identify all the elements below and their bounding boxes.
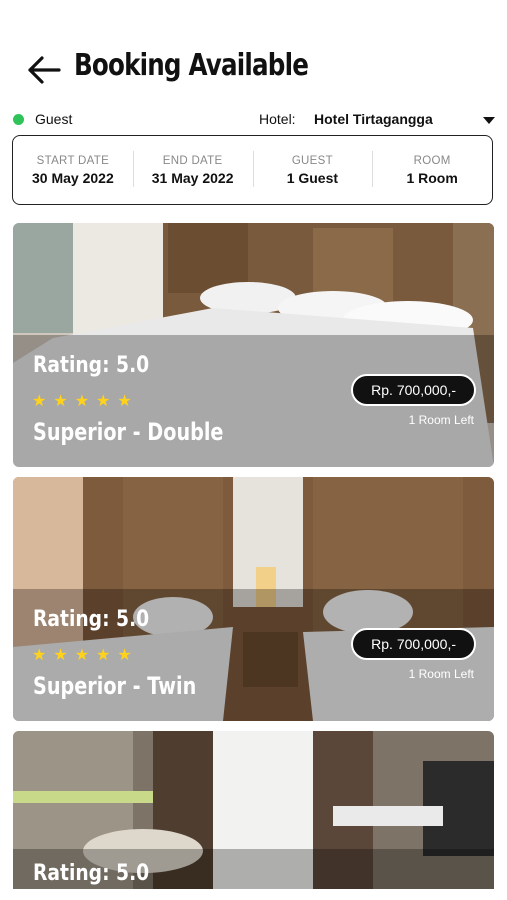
end-date-label: END DATE: [162, 154, 223, 167]
guest-count-label: GUEST: [291, 154, 333, 167]
filter-row: Guest Hotel: Hotel Tirtagangga: [0, 108, 507, 132]
room-field[interactable]: ROOM 1 Room: [372, 150, 492, 187]
room-card[interactable]: Rating: 5.0: [13, 731, 494, 889]
page-title: Booking Available: [74, 48, 309, 83]
room-card[interactable]: Rating: 5.0 ★★★★★ Superior - Double Rp. …: [13, 223, 494, 467]
room-count-value: 1 Room: [406, 169, 458, 186]
star-rating: ★★★★★: [32, 393, 139, 410]
start-date-value: 30 May 2022: [32, 169, 114, 186]
guest-label: Guest: [35, 111, 73, 127]
hotel-label: Hotel:: [259, 111, 296, 127]
start-date-field[interactable]: START DATE 30 May 2022: [13, 155, 133, 186]
room-count-label: ROOM: [413, 154, 451, 167]
back-arrow-icon[interactable]: [26, 54, 62, 86]
guest-count-value: 1 Guest: [286, 169, 339, 186]
price-badge[interactable]: Rp. 700,000,-: [351, 628, 476, 660]
room-name: Superior - Double: [33, 418, 224, 446]
hotel-select[interactable]: Hotel Tirtagangga: [314, 111, 433, 127]
rating-text: Rating: 5.0: [33, 607, 150, 632]
header: Booking Available: [0, 44, 507, 96]
start-date-label: START DATE: [36, 154, 110, 167]
rating-text: Rating: 5.0: [33, 861, 150, 886]
price-badge[interactable]: Rp. 700,000,-: [351, 374, 476, 406]
rooms-left-text: 1 Room Left: [408, 667, 474, 681]
room-card[interactable]: Rating: 5.0 ★★★★★ Superior - Twin Rp. 70…: [13, 477, 494, 721]
rooms-left-text: 1 Room Left: [408, 413, 474, 427]
star-rating: ★★★★★: [32, 647, 139, 664]
end-date-value: 31 May 2022: [151, 169, 234, 186]
chevron-down-icon[interactable]: [483, 117, 495, 124]
guest-status-dot: [13, 114, 24, 125]
booking-search-box: START DATE 30 May 2022 END DATE 31 May 2…: [12, 135, 493, 205]
rating-text: Rating: 5.0: [33, 353, 150, 378]
end-date-field[interactable]: END DATE 31 May 2022: [132, 150, 253, 187]
room-name: Superior - Twin: [33, 672, 197, 700]
guest-field[interactable]: GUEST 1 Guest: [252, 150, 373, 187]
